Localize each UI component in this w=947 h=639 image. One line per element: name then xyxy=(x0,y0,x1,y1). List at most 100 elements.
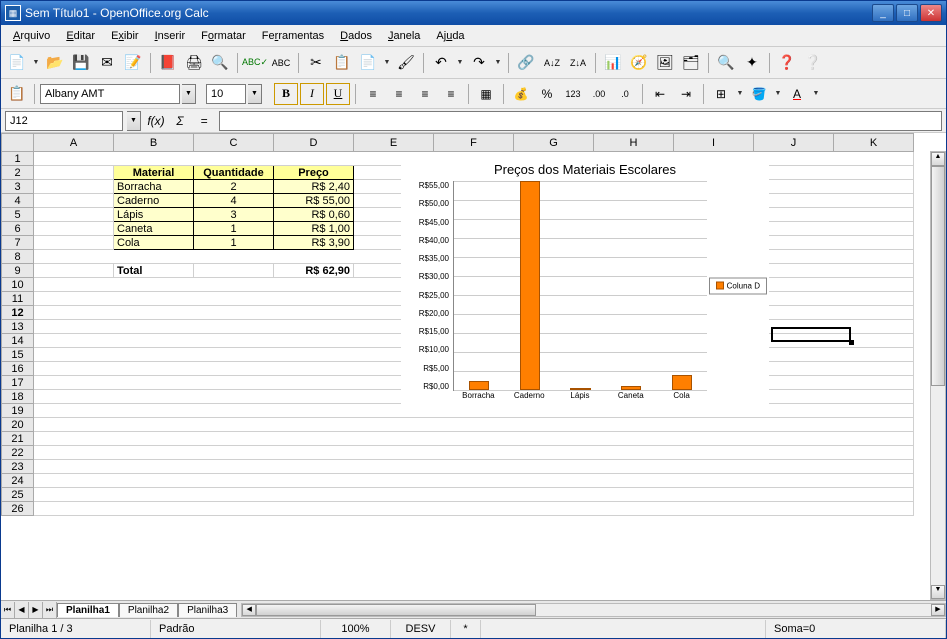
menu-editar[interactable]: Editar xyxy=(58,28,103,44)
cell-D7[interactable]: R$ 3,90 xyxy=(274,236,354,250)
cell-D6[interactable]: R$ 1,00 xyxy=(274,222,354,236)
hyperlink-icon[interactable]: 🔗 xyxy=(514,51,538,75)
tab-prev-button[interactable]: ◀ xyxy=(15,602,29,618)
pdf-icon[interactable]: 📕 xyxy=(156,51,180,75)
close-button[interactable]: ✕ xyxy=(920,4,942,22)
styles-icon[interactable]: 📋 xyxy=(5,82,29,106)
row-header-25[interactable]: 25 xyxy=(2,488,34,502)
copy-icon[interactable]: 📋 xyxy=(330,51,354,75)
paste-dropdown[interactable]: ▼ xyxy=(382,51,392,75)
menu-dados[interactable]: Dados xyxy=(332,28,380,44)
fontcolor-icon[interactable]: A xyxy=(785,83,809,105)
row-header-16[interactable]: 16 xyxy=(2,362,34,376)
align-justify-icon[interactable]: ≡ xyxy=(439,83,463,105)
fontcolor-dropdown[interactable]: ▼ xyxy=(811,82,821,106)
percent-icon[interactable]: % xyxy=(535,83,559,105)
chart-icon[interactable]: 📊 xyxy=(601,51,625,75)
row-header-8[interactable]: 8 xyxy=(2,250,34,264)
save-icon[interactable]: 💾 xyxy=(69,51,93,75)
row-header-9[interactable]: 9 xyxy=(2,264,34,278)
row-header-1[interactable]: 1 xyxy=(2,152,34,166)
col-header-F[interactable]: F xyxy=(434,134,514,152)
print-icon[interactable]: 🖨 xyxy=(182,51,206,75)
cell-B5[interactable]: Lápis xyxy=(114,208,194,222)
cell-D9[interactable]: R$ 62,90 xyxy=(274,264,354,278)
align-left-icon[interactable]: ≡ xyxy=(361,83,385,105)
scroll-left-button[interactable]: ◀ xyxy=(242,604,256,616)
row-header-11[interactable]: 11 xyxy=(2,292,34,306)
formula-input[interactable] xyxy=(219,111,942,131)
cell-C7[interactable]: 1 xyxy=(194,236,274,250)
sheet-tab-3[interactable]: Planilha3 xyxy=(178,603,237,617)
sheet-area[interactable]: A B C D E F G H I J K 1 2 Material Quant… xyxy=(1,133,946,600)
row-header-24[interactable]: 24 xyxy=(2,474,34,488)
status-sum[interactable]: Soma=0 xyxy=(766,620,946,638)
tab-last-button[interactable]: ⏭ xyxy=(43,602,57,618)
menu-inserir[interactable]: Inserir xyxy=(147,28,194,44)
cell-B6[interactable]: Caneta xyxy=(114,222,194,236)
row-header-19[interactable]: 19 xyxy=(2,404,34,418)
borders-dropdown[interactable]: ▼ xyxy=(735,82,745,106)
tab-first-button[interactable]: ⏮ xyxy=(1,602,15,618)
col-header-H[interactable]: H xyxy=(594,134,674,152)
cellref-dropdown[interactable]: ▼ xyxy=(127,111,141,131)
row-header-23[interactable]: 23 xyxy=(2,460,34,474)
col-header-G[interactable]: G xyxy=(514,134,594,152)
row-header-21[interactable]: 21 xyxy=(2,432,34,446)
status-zoom[interactable]: 100% xyxy=(321,620,391,638)
star-icon[interactable]: ✦ xyxy=(740,51,764,75)
open-icon[interactable]: 📂 xyxy=(43,51,67,75)
redo-icon[interactable]: ↷ xyxy=(467,51,491,75)
align-center-icon[interactable]: ≡ xyxy=(387,83,411,105)
align-right-icon[interactable]: ≡ xyxy=(413,83,437,105)
underline-button[interactable]: U xyxy=(326,83,350,105)
borders-icon[interactable]: ⊞ xyxy=(709,83,733,105)
menu-ferramentas[interactable]: Ferramentas xyxy=(254,28,332,44)
row-header-20[interactable]: 20 xyxy=(2,418,34,432)
row-header-7[interactable]: 7 xyxy=(2,236,34,250)
status-mode[interactable]: DESV xyxy=(391,620,451,638)
cell-B4[interactable]: Caderno xyxy=(114,194,194,208)
cell-C6[interactable]: 1 xyxy=(194,222,274,236)
col-header-K[interactable]: K xyxy=(834,134,914,152)
spellcheck-icon[interactable]: ABC✓ xyxy=(243,51,267,75)
col-header-E[interactable]: E xyxy=(354,134,434,152)
sheet-tab-1[interactable]: Planilha1 xyxy=(57,603,119,617)
bgcolor-dropdown[interactable]: ▼ xyxy=(773,82,783,106)
dec-indent-icon[interactable]: ⇤ xyxy=(648,83,672,105)
datasource-icon[interactable]: 🗂 xyxy=(679,51,703,75)
row-header-5[interactable]: 5 xyxy=(2,208,34,222)
row-header-10[interactable]: 10 xyxy=(2,278,34,292)
currency-icon[interactable]: 💰 xyxy=(509,83,533,105)
email-icon[interactable]: ✉ xyxy=(95,51,119,75)
select-all-corner[interactable] xyxy=(2,134,34,152)
row-header-15[interactable]: 15 xyxy=(2,348,34,362)
menu-formatar[interactable]: Formatar xyxy=(193,28,254,44)
remove-decimal-icon[interactable]: .0 xyxy=(613,83,637,105)
help-icon[interactable]: ❓ xyxy=(775,51,799,75)
row-header-18[interactable]: 18 xyxy=(2,390,34,404)
hscroll-thumb[interactable] xyxy=(256,604,536,616)
scroll-up-button[interactable]: ▲ xyxy=(931,152,945,166)
scroll-down-button[interactable]: ▼ xyxy=(931,585,945,599)
row-header-12[interactable]: 12 xyxy=(2,306,34,320)
font-name-dropdown[interactable]: ▼ xyxy=(182,84,196,104)
font-size-dropdown[interactable]: ▼ xyxy=(248,84,262,104)
row-header-4[interactable]: 4 xyxy=(2,194,34,208)
scroll-right-button[interactable]: ▶ xyxy=(931,604,945,616)
new-icon[interactable]: 📄 xyxy=(5,51,29,75)
cell-D5[interactable]: R$ 0,60 xyxy=(274,208,354,222)
menu-janela[interactable]: Janela xyxy=(380,28,428,44)
sort-desc-icon[interactable]: Z↓A xyxy=(566,51,590,75)
vscroll-thumb[interactable] xyxy=(931,166,945,386)
equals-icon[interactable]: = xyxy=(193,111,215,131)
bold-button[interactable]: B xyxy=(274,83,298,105)
cell-D2[interactable]: Preço xyxy=(274,166,354,180)
vertical-scrollbar[interactable]: ▲ ▼ xyxy=(930,151,946,600)
function-wizard-icon[interactable]: f(x) xyxy=(145,111,167,131)
undo-icon[interactable]: ↶ xyxy=(429,51,453,75)
horizontal-scrollbar[interactable]: ◀ ▶ xyxy=(241,603,946,617)
sum-icon[interactable]: Σ xyxy=(169,111,191,131)
row-header-2[interactable]: 2 xyxy=(2,166,34,180)
cell-C5[interactable]: 3 xyxy=(194,208,274,222)
